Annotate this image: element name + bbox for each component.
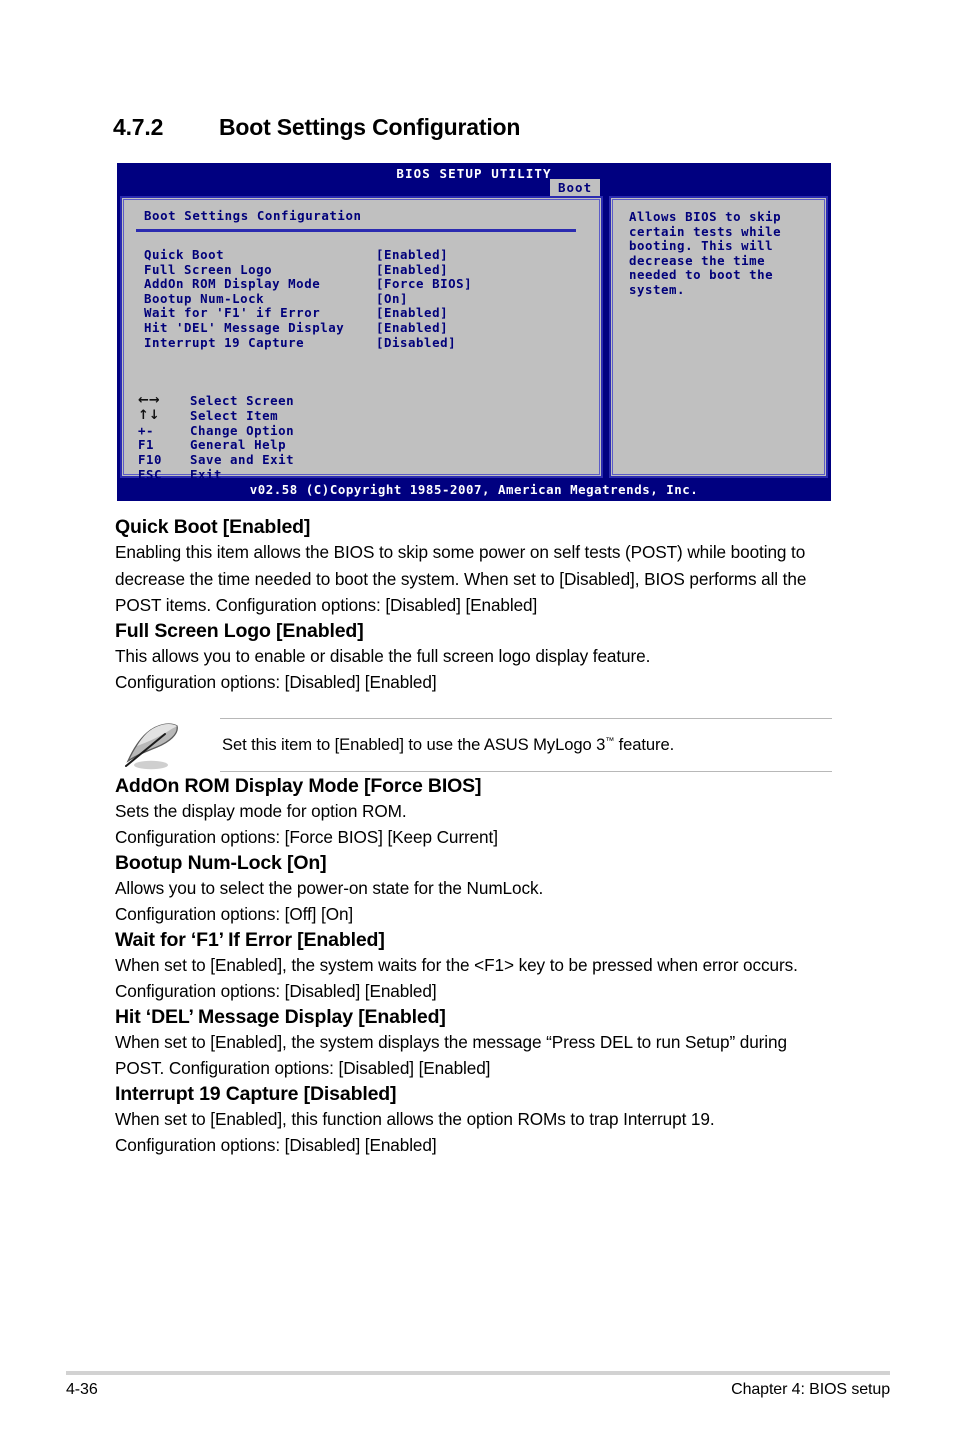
bios-key-row: F1 General Help: [138, 438, 294, 453]
bios-option-label: AddOn ROM Display Mode: [144, 276, 321, 292]
heading-addon-rom-display-mode: AddOn ROM Display Mode [Force BIOS]: [115, 774, 482, 797]
bios-key-description: General Help: [190, 437, 287, 453]
bios-setup-screenshot: BIOS SETUP UTILITY Boot Boot Settings Co…: [117, 163, 831, 501]
body-quick-boot: Enabling this item allows the BIOS to sk…: [115, 542, 807, 615]
note-text: Set this item to [Enabled] to use the AS…: [220, 735, 674, 755]
page-title: 4.7.2 Boot Settings Configuration: [113, 114, 520, 141]
bios-option-row[interactable]: Hit 'DEL' Message Display [Enabled]: [144, 319, 601, 336]
body-full-screen-logo: This allows you to enable or disable the…: [115, 645, 651, 693]
body-interrupt-19-capture: When set to [Enabled], this function all…: [115, 1108, 715, 1156]
note-frame: Set this item to [Enabled] to use the AS…: [220, 717, 832, 772]
bios-tab-boot[interactable]: Boot: [550, 179, 601, 197]
heading-full-screen-logo: Full Screen Logo [Enabled]: [115, 619, 364, 642]
bios-option-label: Interrupt 19 Capture: [144, 334, 305, 350]
bios-option-label: Full Screen Logo: [144, 261, 273, 277]
bios-key-name: F1: [138, 437, 155, 453]
body-addon-rom-display-mode: Sets the display mode for option ROM. Co…: [115, 800, 498, 848]
quill-pen-icon: [125, 722, 178, 769]
bios-heading-divider: [136, 229, 576, 232]
bios-key-name: F10: [138, 452, 163, 468]
bios-option-row[interactable]: Interrupt 19 Capture [Disabled]: [144, 334, 601, 351]
bios-key-row: ↑↓ Select Item: [138, 407, 294, 424]
bios-option-row[interactable]: AddOn ROM Display Mode [Force BIOS]: [144, 277, 601, 292]
bios-option-value[interactable]: [Enabled]: [376, 320, 448, 336]
bios-option-label: Hit 'DEL' Message Display: [144, 319, 345, 335]
bios-key-description: Change Option: [190, 422, 295, 438]
footer-divider: [66, 1371, 890, 1375]
bios-option-label: Bootup Num-Lock: [144, 290, 265, 306]
bios-option-value[interactable]: [Force BIOS]: [376, 277, 472, 292]
bios-key-description: Select Screen: [190, 393, 295, 408]
document-page: 4.7.2 Boot Settings Configuration BIOS S…: [0, 0, 954, 1438]
bios-title-bar: BIOS SETUP UTILITY Boot: [117, 163, 831, 197]
bios-help-panel: Allows BIOS to skip certain tests while …: [138, 196, 828, 482]
heading-interrupt-19-capture: Interrupt 19 Capture [Disabled]: [115, 1082, 397, 1105]
bios-option-value[interactable]: [On]: [376, 291, 408, 307]
bios-option-value[interactable]: [Enabled]: [376, 247, 448, 263]
bios-option-row[interactable]: Full Screen Logo [Enabled]: [144, 261, 601, 278]
bios-option-row[interactable]: Quick Boot [Enabled]: [144, 247, 601, 263]
bios-option-label: Wait for 'F1' if Error: [144, 305, 321, 321]
footer-chapter-label: Chapter 4: BIOS setup: [731, 1381, 890, 1398]
heading-wait-for-f1: Wait for ‘F1’ If Error [Enabled]: [115, 928, 385, 951]
section-title: Boot Settings Configuration: [219, 114, 521, 140]
page-number: 4-36: [66, 1381, 98, 1398]
bios-panel-heading: Boot Settings Configuration: [144, 208, 362, 223]
body-bootup-num-lock: Allows you to select the power-on state …: [115, 877, 544, 925]
arrow-keys-icon: ↑↓: [138, 407, 160, 423]
section-number: 4.7.2: [113, 114, 164, 140]
bios-key-description: Select Item: [190, 407, 279, 423]
trademark-symbol: ™: [605, 734, 615, 745]
bios-key-row: +- Change Option: [138, 422, 295, 439]
bios-utility-title: BIOS SETUP UTILITY: [396, 166, 552, 181]
article-content: Quick Boot [Enabled] Enabling this item …: [115, 515, 840, 1159]
heading-hit-del-message: Hit ‘DEL’ Message Display [Enabled]: [115, 1005, 446, 1028]
bios-copyright-footer: v02.58 (C)Copyright 1985-2007, American …: [117, 481, 831, 501]
heading-quick-boot: Quick Boot [Enabled]: [115, 516, 311, 538]
bios-option-row[interactable]: Wait for 'F1' if Error [Enabled]: [144, 306, 601, 321]
note-text-before: Set this item to [Enabled] to use the AS…: [222, 734, 606, 754]
body-wait-for-f1: When set to [Enabled], the system waits …: [115, 954, 798, 1002]
bios-key-name: +-: [138, 422, 155, 438]
bios-body: Boot Settings Configuration Quick Boot [E…: [120, 196, 828, 482]
bios-key-row: F10 Save and Exit: [138, 452, 295, 468]
bios-option-row[interactable]: Bootup Num-Lock [On]: [144, 290, 601, 307]
bios-option-value[interactable]: [Enabled]: [376, 262, 448, 278]
bios-option-value[interactable]: [Disabled]: [376, 335, 456, 351]
note-box: Set this item to [Enabled] to use the AS…: [115, 717, 840, 774]
bios-option-label: Quick Boot: [144, 247, 225, 262]
arrow-keys-icon: ←→: [138, 393, 160, 408]
bios-option-value[interactable]: [Enabled]: [376, 306, 448, 321]
bios-key-row: ←→ Select Screen: [138, 393, 295, 409]
bios-key-legend: ←→ Select Screen ↑↓ Select Item +- Change Opt…: [138, 393, 295, 483]
bios-option-list: Quick Boot [Enabled] Full Screen Logo [Enab…: [144, 247, 601, 351]
note-text-after: feature.: [614, 734, 675, 754]
bios-key-description: Save and Exit: [190, 452, 295, 468]
body-hit-del-message: When set to [Enabled], the system displa…: [115, 1031, 787, 1079]
heading-bootup-num-lock: Bootup Num-Lock [On]: [115, 851, 327, 874]
bios-help-text: Allows BIOS to skip certain tests while …: [629, 209, 782, 297]
